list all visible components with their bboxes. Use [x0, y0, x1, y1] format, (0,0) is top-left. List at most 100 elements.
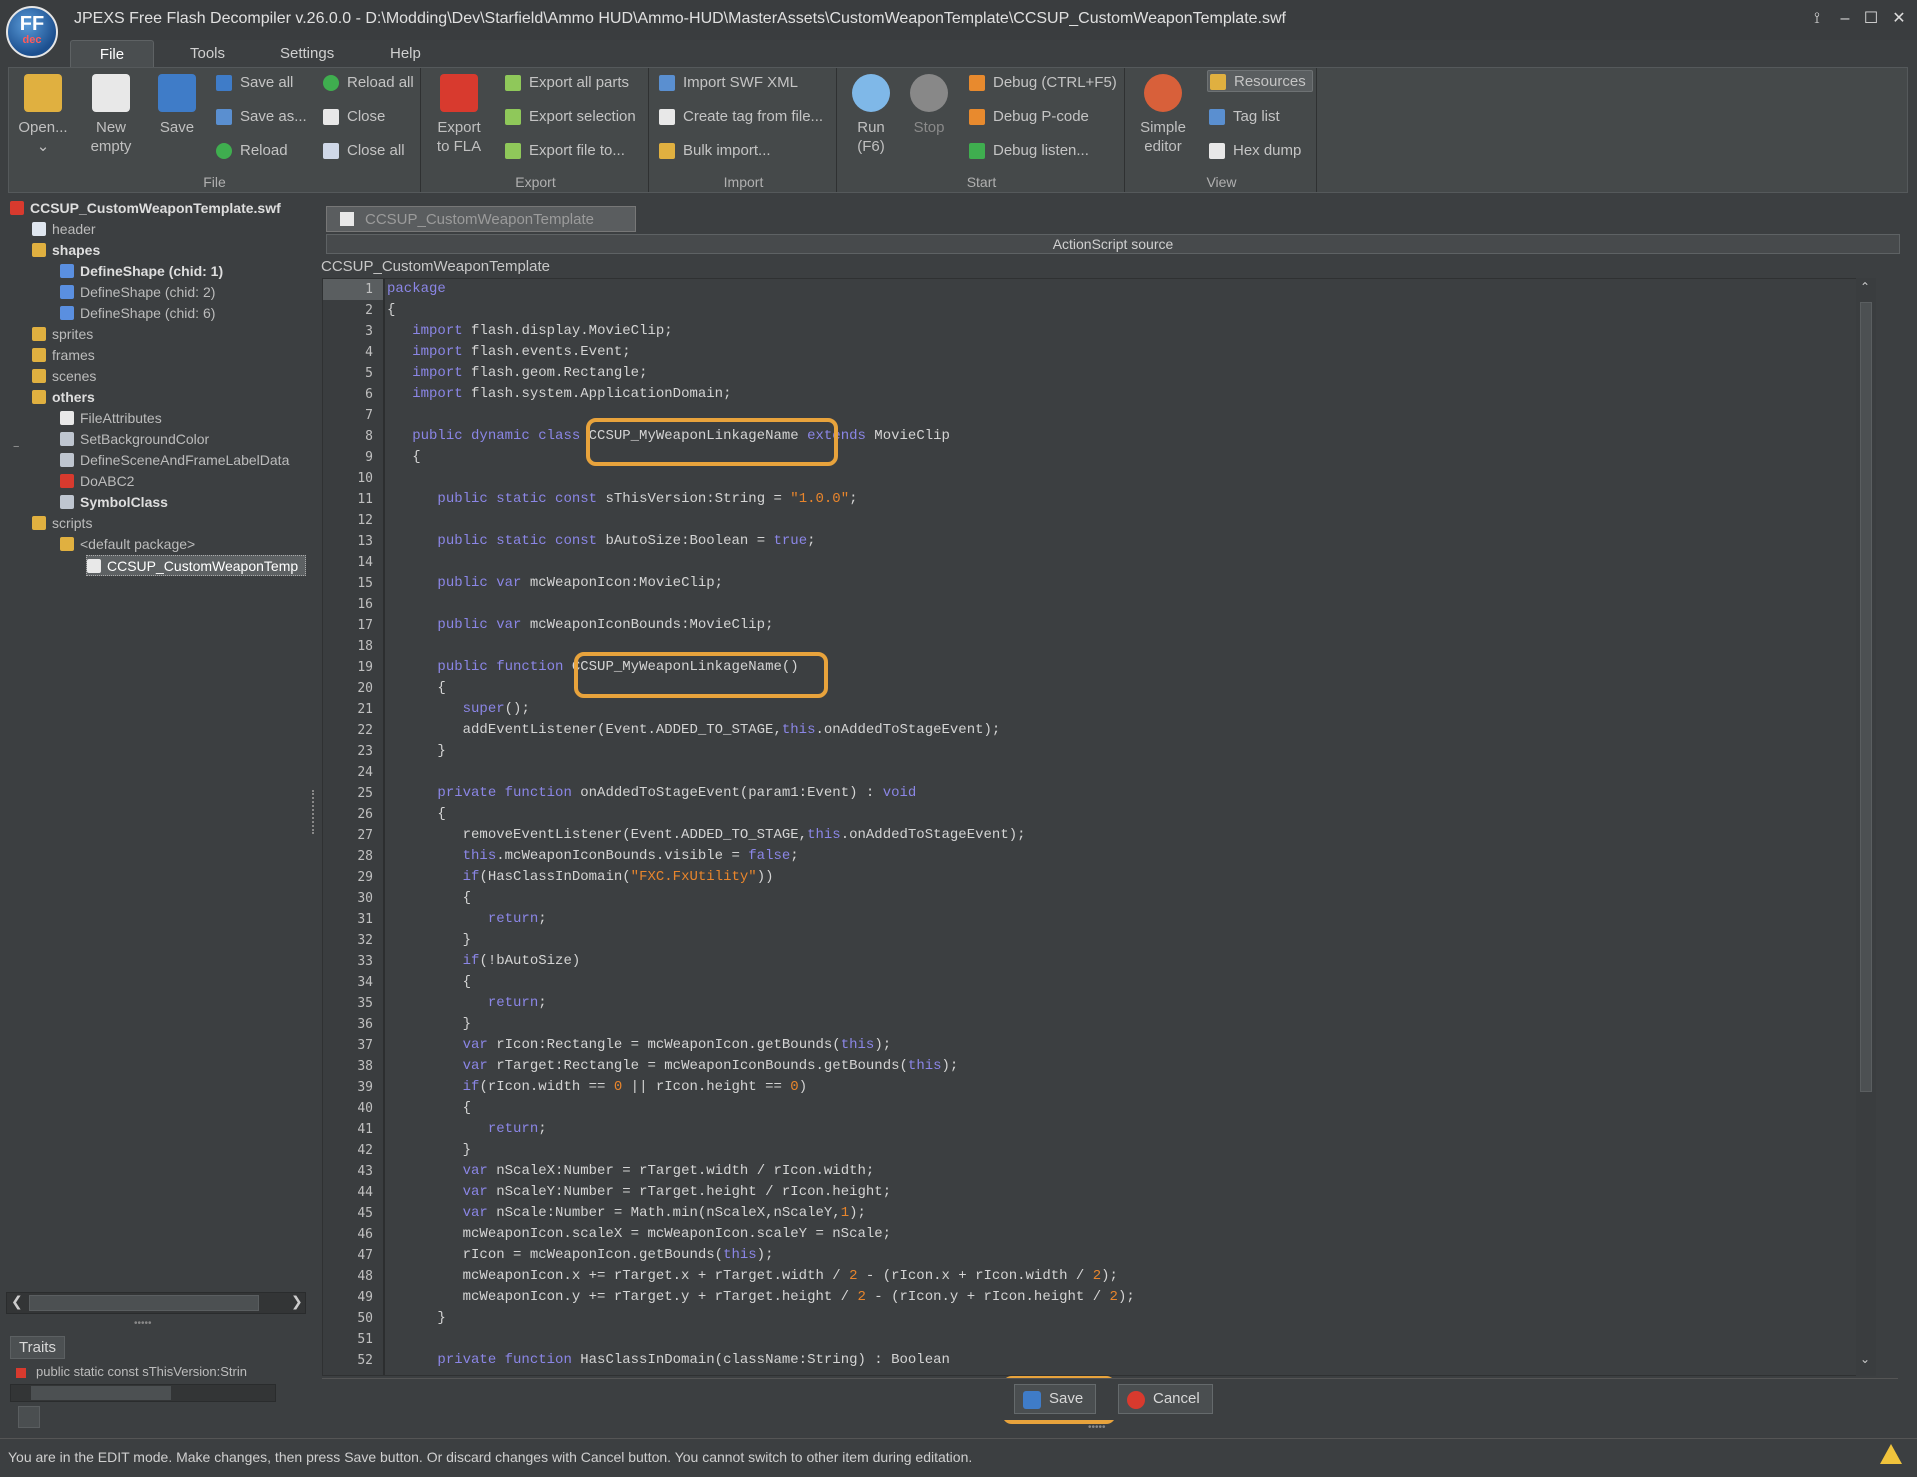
reload-icon	[216, 143, 232, 159]
simple-editor-button[interactable]: Simple editor	[1131, 74, 1195, 156]
reload-button[interactable]: Reload	[214, 140, 288, 162]
cancel-button[interactable]: Cancel	[1118, 1384, 1213, 1414]
debug-button[interactable]: Debug (CTRL+F5)	[967, 72, 1117, 94]
line-number: 36	[357, 1017, 373, 1032]
scroll-up-icon[interactable]: ⌃	[1860, 280, 1870, 294]
save-as-button[interactable]: Save as...	[214, 106, 307, 128]
tree-item-defineshape-6[interactable]: DefineShape (chid: 6)	[60, 303, 215, 324]
line-number: 30	[357, 891, 373, 906]
close-all-label: Close all	[347, 142, 405, 159]
splitter-dots-icon[interactable]: •••••	[134, 1318, 152, 1329]
tree-item-others[interactable]: others	[32, 387, 95, 408]
pin-icon[interactable]: ⟟	[1806, 8, 1828, 30]
tree-item-definesceneandframelabeldata[interactable]: DefineSceneAndFrameLabelData	[60, 450, 289, 471]
tree-item-shapes[interactable]: shapes	[32, 240, 100, 261]
scrollbar-thumb[interactable]	[29, 1295, 259, 1311]
ribbon-group-file: Open... ⌄ New empty Save Save all Save a…	[9, 68, 421, 192]
traits-tab[interactable]: Traits	[10, 1336, 65, 1359]
tree-item-scripts[interactable]: scripts	[32, 513, 92, 534]
tree-root-swf[interactable]: CCSUP_CustomWeaponTemplate.swf	[10, 198, 281, 219]
code-line: removeEventListener(Event.ADDED_TO_STAGE…	[387, 827, 1026, 843]
resources-button[interactable]: Resources	[1207, 70, 1313, 92]
save-all-button[interactable]: Save all	[214, 72, 293, 94]
code-line: import flash.display.MovieClip;	[412, 323, 673, 339]
code-editor[interactable]: 1 2 3 4 5 6 7 8 9 10 11 12 13 14 15 16 17 18 19 20 21 22 23 24 2…	[322, 278, 1862, 1376]
tree-item-script-selected[interactable]: CCSUP_CustomWeaponTemp	[86, 555, 306, 576]
save-button[interactable]: Save	[1014, 1384, 1097, 1414]
code-line: rIcon = mcWeaponIcon.getBounds(this);	[387, 1247, 774, 1263]
script-file-icon	[87, 559, 101, 573]
scrollbar-thumb[interactable]	[1860, 302, 1872, 1092]
close-all-button[interactable]: Close all	[321, 140, 405, 162]
tree-label: <default package>	[80, 536, 196, 552]
scroll-down-icon[interactable]: ⌄	[1860, 1352, 1870, 1366]
scroll-right-icon[interactable]: ❯	[291, 1293, 303, 1310]
menu-tab-file[interactable]: File	[70, 40, 154, 67]
tree-item-scenes[interactable]: scenes	[32, 366, 96, 387]
export-file-label: Export file to...	[529, 142, 625, 159]
run-button[interactable]: Run (F6)	[839, 74, 903, 156]
tree-horizontal-scrollbar[interactable]: ❮ ❯	[6, 1292, 306, 1314]
create-tag-button[interactable]: Create tag from file...	[657, 106, 823, 128]
menu-tab-tools[interactable]: Tools	[172, 40, 243, 67]
status-bar: You are in the EDIT mode. Make changes, …	[0, 1438, 1917, 1477]
save-ribbon-button[interactable]: Save	[145, 74, 209, 137]
editor-file-tab[interactable]: CCSUP_CustomWeaponTemplate	[326, 206, 636, 232]
minimize-button[interactable]: –	[1834, 8, 1856, 30]
scene-label-icon	[60, 453, 74, 467]
tree-item-doabc2[interactable]: DoABC2	[60, 471, 134, 492]
tag-list-button[interactable]: Tag list	[1207, 106, 1280, 128]
new-empty-button[interactable]: New empty	[79, 74, 143, 156]
code-line: var nScaleX:Number = rTarget.width / rIc…	[462, 1163, 875, 1179]
menu-tab-help[interactable]: Help	[372, 40, 439, 67]
shape-icon	[60, 285, 74, 299]
debug-pcode-button[interactable]: Debug P-code	[967, 106, 1089, 128]
tree-item-defineshape-1[interactable]: DefineShape (chid: 1)	[60, 261, 223, 282]
debug-listen-button[interactable]: Debug listen...	[967, 140, 1089, 162]
traits-scrollbar[interactable]	[10, 1384, 276, 1402]
code-line: mcWeaponIcon.x += rTarget.x + rTarget.wi…	[387, 1268, 1118, 1284]
tree-item-default-package[interactable]: <default package>	[60, 534, 195, 555]
bulk-import-button[interactable]: Bulk import...	[657, 140, 771, 162]
splitter-dots-icon[interactable]: •••••	[1088, 1422, 1106, 1433]
hex-dump-button[interactable]: Hex dump	[1207, 140, 1301, 162]
line-number: 22	[357, 723, 373, 738]
export-fla-button[interactable]: Export to FLA	[427, 74, 491, 156]
export-all-parts-button[interactable]: Export all parts	[503, 72, 629, 94]
collapse-icon[interactable]: −	[13, 441, 19, 453]
simple-label: Simple	[1140, 119, 1186, 136]
import-swf-xml-button[interactable]: Import SWF XML	[657, 72, 798, 94]
traits-row[interactable]: public static const sThisVersion:Strin	[10, 1364, 304, 1384]
export-file-button[interactable]: Export file to...	[503, 140, 625, 162]
tree-item-symbolclass[interactable]: SymbolClass	[60, 492, 168, 513]
line-number: 27	[357, 828, 373, 843]
tree-item-defineshape-2[interactable]: DefineShape (chid: 2)	[60, 282, 215, 303]
tree-item-frames[interactable]: frames	[32, 345, 95, 366]
tree-label: shapes	[52, 242, 101, 258]
tree-item-sprites[interactable]: sprites	[32, 324, 93, 345]
empty-label: empty	[90, 138, 132, 155]
traits-row-label: public static const sThisVersion:Strin	[36, 1364, 247, 1379]
stop-button[interactable]: Stop	[897, 74, 961, 137]
highlight-class-name	[586, 418, 838, 466]
reload-all-button[interactable]: Reload all	[321, 72, 414, 94]
splitter-handle[interactable]	[312, 790, 316, 834]
scroll-left-icon[interactable]: ❮	[11, 1293, 23, 1310]
tree-item-header[interactable]: header	[32, 219, 96, 240]
maximize-button[interactable]: ☐	[1860, 8, 1882, 30]
tree-item-setbackgroundcolor[interactable]: SetBackgroundColor	[60, 429, 209, 450]
line-number: 52	[357, 1353, 373, 1368]
warning-icon[interactable]	[1880, 1444, 1902, 1464]
tree-item-fileattributes[interactable]: FileAttributes	[60, 408, 162, 429]
ribbon-group-label: Import	[723, 174, 764, 190]
open-button[interactable]: Open... ⌄	[11, 74, 75, 156]
export-selection-button[interactable]: Export selection	[503, 106, 636, 128]
menu-tab-settings[interactable]: Settings	[262, 40, 352, 67]
traits-tool-icon[interactable]	[18, 1406, 40, 1428]
resources-label: Resources	[1234, 73, 1306, 90]
scrollbar-thumb[interactable]	[31, 1386, 171, 1400]
code-line: return;	[487, 1121, 547, 1137]
close-window-button[interactable]: ✕	[1888, 8, 1910, 30]
close-button[interactable]: Close	[321, 106, 385, 128]
line-number: 25	[357, 786, 373, 801]
